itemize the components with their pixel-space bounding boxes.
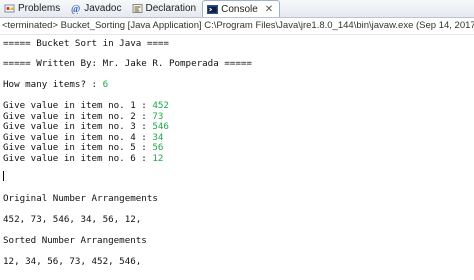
process-status-line: <terminated> Bucket_Sorting [Java Applic… [0, 18, 474, 35]
item-prompt: Give value in item no. 3 : [3, 121, 153, 132]
item-value: 12 [152, 152, 164, 164]
item-value: 546 [152, 121, 169, 132]
svg-text:@: @ [71, 4, 80, 14]
console-output[interactable]: ===== Bucket Sort in Java ==== ===== Wri… [0, 35, 474, 280]
item-value: 452 [152, 100, 169, 111]
item-prompt: Give value in item no. 1 : [3, 100, 153, 111]
item-prompt: Give value in item no. 4 : [3, 131, 153, 143]
sorted-header-line: Sorted Number Arrangements [3, 235, 147, 246]
tab-javadoc[interactable]: @ Javadoc [66, 0, 127, 17]
declaration-icon [132, 3, 143, 14]
tab-label: Javadoc [84, 3, 122, 14]
original-values-line: 452, 73, 546, 34, 56, 12, [3, 214, 142, 225]
text-cursor [3, 171, 4, 181]
problems-icon [4, 3, 15, 14]
item-value: 34 [152, 131, 164, 143]
items-prompt: How many items? : [3, 79, 103, 90]
item-value: 73 [152, 110, 164, 122]
tab-label: Declaration [145, 3, 197, 14]
console-author-line: ===== Written By: Mr. Jake R. Pomperada … [3, 58, 252, 69]
tab-label: Problems [18, 3, 61, 14]
item-entry-line: Give value in item no. 6 : 12 [3, 152, 164, 164]
tab-problems[interactable]: Problems [0, 0, 66, 17]
sorted-values-line: 12, 34, 56, 73, 452, 546, [3, 256, 142, 267]
console-icon [207, 4, 219, 15]
view-tab-bar: Problems @ Javadoc Declaration Console ✕ [0, 0, 474, 18]
original-header-line: Original Number Arrangements [3, 193, 158, 204]
tab-declaration[interactable]: Declaration [128, 0, 203, 17]
item-prompt: Give value in item no. 6 : [3, 152, 153, 164]
close-icon[interactable]: ✕ [265, 4, 273, 15]
tab-console[interactable]: Console ✕ [202, 0, 281, 17]
item-value: 56 [152, 142, 164, 153]
items-value: 6 [102, 79, 109, 90]
console-title-line: ===== Bucket Sort in Java ==== [3, 38, 169, 49]
javadoc-icon: @ [70, 3, 81, 14]
tab-label: Console [221, 3, 258, 15]
item-prompt: Give value in item no. 2 : [3, 110, 153, 122]
items-count-line: How many items? : 6 [3, 79, 109, 90]
item-prompt: Give value in item no. 5 : [3, 142, 153, 153]
